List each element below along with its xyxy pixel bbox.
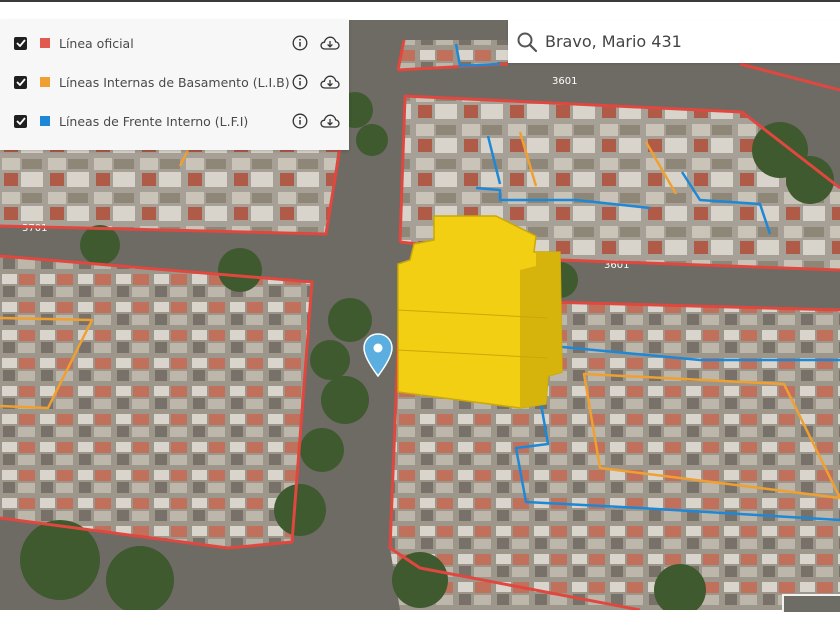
street-number-label: 3601 xyxy=(552,76,577,87)
layers-legend: Línea oficial Líneas Internas de Basamen… xyxy=(0,20,349,150)
info-icon[interactable] xyxy=(292,74,308,90)
legend-label: Líneas Internas de Basamento (L.I.B) xyxy=(59,74,290,90)
info-icon[interactable] xyxy=(292,35,308,51)
cloud-download-icon[interactable] xyxy=(320,75,340,89)
legend-item-lfi: Líneas de Frente Interno (L.F.I) xyxy=(14,109,340,133)
search-icon[interactable] xyxy=(516,31,538,53)
city-block xyxy=(0,256,312,548)
cloud-download-icon[interactable] xyxy=(320,36,340,50)
city-block xyxy=(0,148,338,234)
check-icon xyxy=(15,117,26,125)
cloud-download-icon[interactable] xyxy=(320,114,340,128)
legend-swatch xyxy=(40,116,50,126)
legend-item-linea-oficial: Línea oficial xyxy=(14,31,340,55)
legend-swatch xyxy=(40,77,50,87)
checkbox-lib[interactable] xyxy=(14,75,27,89)
legend-label: Líneas de Frente Interno (L.F.I) xyxy=(59,113,249,129)
legend-item-lib: Líneas Internas de Basamento (L.I.B) xyxy=(14,70,340,94)
address-search-box[interactable]: Bravo, Mario 431 xyxy=(508,20,840,63)
search-input[interactable]: Bravo, Mario 431 xyxy=(545,32,682,51)
check-icon xyxy=(15,78,26,86)
checkbox-linea-oficial[interactable] xyxy=(14,36,27,50)
basemap-toggle-thumbnail[interactable] xyxy=(782,594,840,612)
legend-label: Línea oficial xyxy=(59,35,134,51)
check-icon xyxy=(15,39,26,47)
checkbox-lfi[interactable] xyxy=(14,114,27,128)
legend-swatch xyxy=(40,38,50,48)
top-border xyxy=(0,0,840,2)
info-icon[interactable] xyxy=(292,113,308,129)
